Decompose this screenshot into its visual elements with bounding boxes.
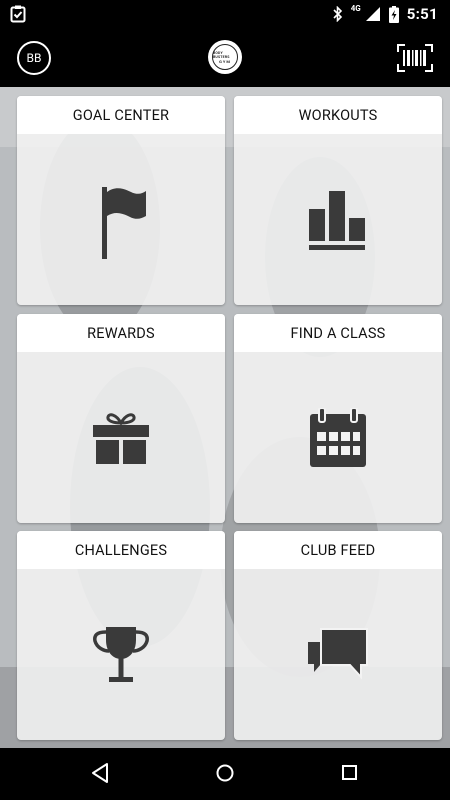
bar-chart-icon	[309, 190, 365, 250]
tile-find-a-class-label: FIND A CLASS	[234, 314, 442, 352]
home-icon[interactable]	[215, 762, 235, 784]
app-bar: BB BODY BUSTERS GYM	[0, 28, 450, 87]
bluetooth-icon	[333, 6, 342, 22]
tile-workouts-label: WORKOUTS	[234, 96, 442, 134]
back-icon[interactable]	[90, 762, 110, 784]
gift-icon	[93, 412, 149, 464]
battery-charging-icon	[388, 5, 399, 23]
tile-workouts[interactable]: WORKOUTS	[234, 96, 442, 305]
logo-badge: BODY BUSTERS GYM	[212, 44, 238, 70]
tile-challenges[interactable]: CHALLENGES	[17, 531, 225, 740]
network-type-label: 4G	[350, 3, 361, 13]
flag-icon	[102, 186, 146, 259]
tile-rewards-label: REWARDS	[17, 314, 225, 352]
task-checked-icon	[10, 5, 26, 23]
trophy-icon	[93, 626, 149, 682]
recents-icon[interactable]	[340, 762, 360, 784]
tile-find-a-class[interactable]: FIND A CLASS	[234, 314, 442, 523]
logo-top-text: BODY BUSTERS	[213, 50, 230, 59]
avatar[interactable]: BB	[17, 40, 51, 75]
status-bar: 4G 5:51	[0, 0, 450, 28]
system-nav-bar	[0, 748, 450, 800]
gym-logo: BODY BUSTERS GYM	[208, 40, 242, 74]
barcode-scan-icon[interactable]	[397, 43, 433, 72]
tile-goal-center-label: GOAL CENTER	[17, 96, 225, 134]
tile-goal-center[interactable]: GOAL CENTER	[17, 96, 225, 305]
status-time: 5:51	[406, 5, 438, 23]
dashboard-content: GOAL CENTER WORKOUTS REWARDS FIND A CLAS…	[0, 87, 450, 748]
tile-rewards[interactable]: REWARDS	[17, 314, 225, 523]
chat-bubbles-icon	[308, 627, 368, 680]
logo-bottom-text: GYM	[219, 58, 231, 64]
calendar-icon	[310, 407, 366, 467]
tile-club-feed[interactable]: CLUB FEED	[234, 531, 442, 740]
tile-challenges-label: CHALLENGES	[17, 531, 225, 569]
tile-club-feed-label: CLUB FEED	[234, 531, 442, 569]
signal-icon	[365, 7, 380, 21]
